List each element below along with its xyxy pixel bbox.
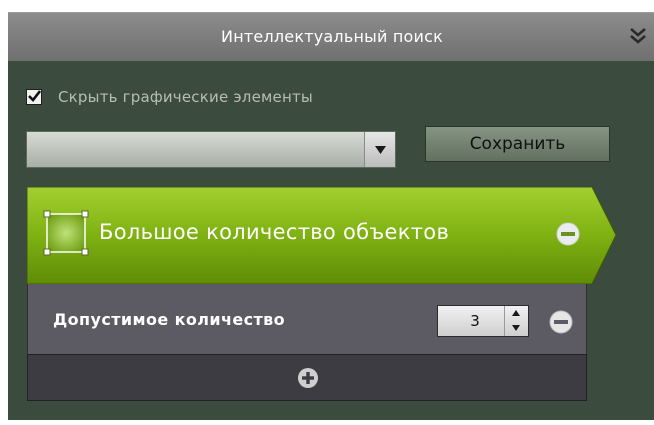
- hide-graphics-option: Скрыть графические элементы: [26, 87, 313, 107]
- checkmark-icon: [28, 90, 41, 102]
- dropdown-toggle[interactable]: [364, 132, 395, 167]
- step-up-button[interactable]: [505, 306, 528, 321]
- preset-dropdown[interactable]: [26, 131, 396, 168]
- rule-parameter-row: Допустимое количество 3: [27, 284, 587, 354]
- add-parameter-button[interactable]: [27, 354, 587, 401]
- param-label: Допустимое количество: [53, 310, 286, 329]
- triangle-up-icon: [512, 310, 520, 316]
- hide-graphics-label: Скрыть графические элементы: [58, 88, 313, 106]
- plus-circle-icon: [298, 368, 318, 388]
- stepper-arrows: [504, 306, 528, 336]
- rule-title: Большое количество объектов: [99, 220, 450, 244]
- quantity-value[interactable]: 3: [438, 306, 504, 336]
- triangle-down-icon: [512, 325, 520, 331]
- panel-title: Интеллектуальный поиск: [221, 27, 443, 46]
- double-chevron-down-icon[interactable]: [628, 26, 648, 46]
- hide-graphics-checkbox[interactable]: [26, 89, 42, 105]
- panel-header: Интеллектуальный поиск: [8, 12, 654, 61]
- quantity-stepper[interactable]: 3: [437, 305, 529, 337]
- rule-header[interactable]: Большое количество объектов: [27, 187, 616, 284]
- minus-circle-icon[interactable]: [556, 222, 580, 246]
- step-down-button[interactable]: [505, 321, 528, 336]
- area-selection-icon: [43, 210, 89, 256]
- save-button[interactable]: Сохранить: [425, 126, 610, 162]
- minus-circle-icon[interactable]: [549, 310, 573, 334]
- triangle-down-icon: [375, 146, 386, 154]
